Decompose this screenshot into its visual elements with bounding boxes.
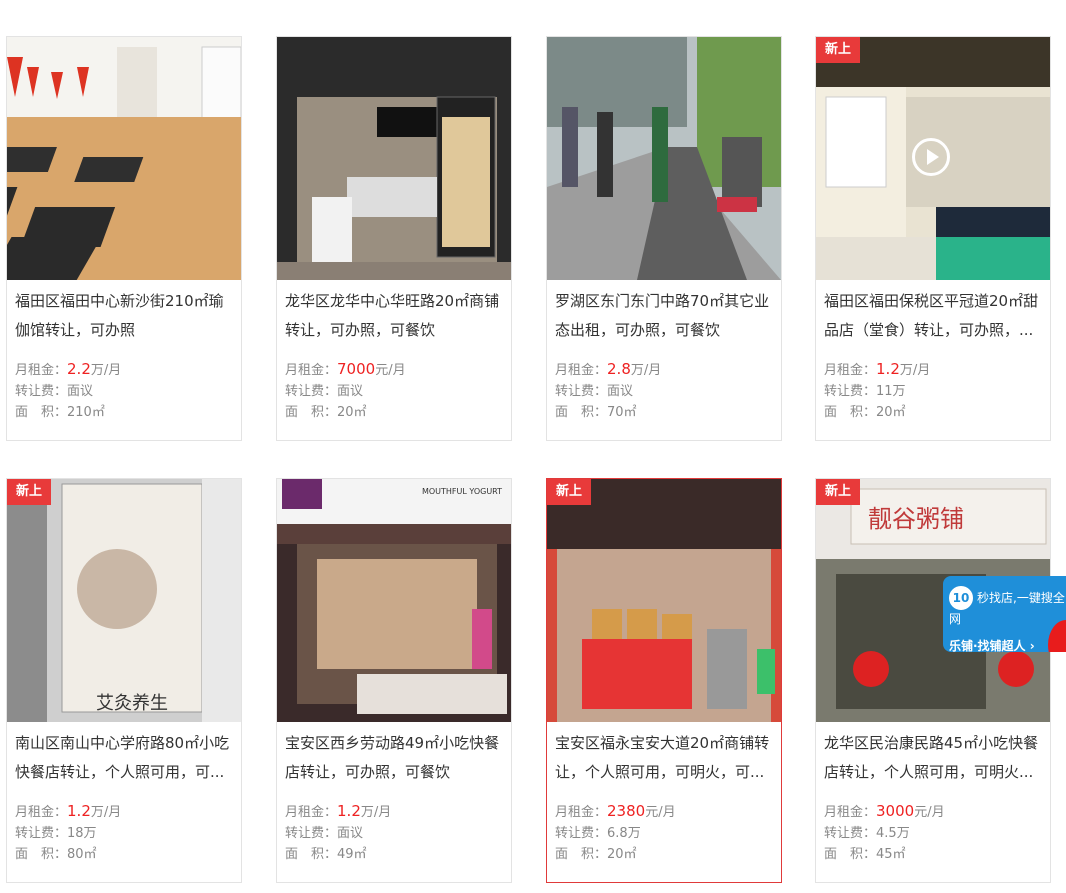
area-value: 45㎡ (876, 847, 906, 862)
listing-title[interactable]: 南山区南山中心学府路80㎡小吃快餐店转让，个人照可用，可... (15, 729, 235, 787)
rent-value: 2380 (607, 802, 646, 820)
area-value: 80㎡ (67, 847, 97, 862)
listing-photo[interactable]: 艾灸养生 新上 (7, 479, 241, 722)
rent-value: 3000 (876, 802, 915, 820)
listing-meta: 月租金：7000元/月 转让费：面议 面 积：20㎡ (285, 359, 406, 423)
rent-unit: 元/月 (375, 363, 406, 378)
floating-promo-widget[interactable]: 10 秒找店,一键搜全网 乐铺·找铺超人 › (943, 576, 1066, 652)
listing-title[interactable]: 龙华区民治康民路45㎡小吃快餐店转让，个人照可用，可明火... (824, 729, 1044, 787)
listing-photo[interactable]: MOUTHFUL YOGURT (277, 479, 511, 722)
new-badge: 新上 (816, 479, 861, 505)
listing-card[interactable]: 靓谷粥铺 新上 龙华区民治康民路45㎡小吃快餐店转让，个人照可用，可明火... … (815, 478, 1051, 883)
rent-label: 月租金： (555, 363, 608, 378)
rent-value: 1.2 (67, 802, 91, 820)
rent-value: 1.2 (337, 802, 361, 820)
rent-value: 7000 (337, 360, 376, 378)
listing-photo[interactable] (277, 37, 511, 280)
transfer-label: 转让费： (285, 384, 338, 399)
rent-value: 2.8 (607, 360, 631, 378)
transfer-label: 转让费： (15, 384, 68, 399)
listing-card[interactable]: 福田区福田中心新沙街210㎡瑜伽馆转让，可办照 月租金：2.2万/月 转让费：面… (6, 36, 242, 441)
rent-label: 月租金： (15, 363, 68, 378)
listing-meta: 月租金：1.2万/月 转让费：面议 面 积：49㎡ (285, 801, 391, 865)
listing-title[interactable]: 宝安区福永宝安大道20㎡商铺转让，个人照可用，可明火，可... (555, 729, 775, 787)
poster-text: 艾灸养生 (96, 693, 168, 714)
listing-meta: 月租金：3000元/月 转让费：4.5万 面 积：45㎡ (824, 801, 945, 865)
area-label: 面 积： (824, 847, 877, 862)
listing-meta: 月租金：2380元/月 转让费：6.8万 面 积：20㎡ (555, 801, 676, 865)
area-label: 面 积： (555, 405, 608, 420)
transfer-label: 转让费： (555, 826, 608, 841)
listing-meta: 月租金：2.8万/月 转让费：面议 面 积：70㎡ (555, 359, 661, 423)
rent-unit: 万/月 (630, 363, 662, 378)
area-value: 49㎡ (337, 847, 367, 862)
rent-label: 月租金： (285, 805, 338, 820)
listing-card[interactable]: 龙华区龙华中心华旺路20㎡商铺转让，可办照，可餐饮 月租金：7000元/月 转让… (276, 36, 512, 441)
listing-meta: 月租金：1.2万/月 转让费：18万 面 积：80㎡ (15, 801, 121, 865)
listing-grid: 福田区福田中心新沙街210㎡瑜伽馆转让，可办照 月租金：2.2万/月 转让费：面… (0, 0, 1066, 893)
listing-meta: 月租金：2.2万/月 转让费：面议 面 积：210㎡ (15, 359, 121, 423)
rent-value: 1.2 (876, 360, 900, 378)
new-badge: 新上 (7, 479, 52, 505)
area-label: 面 积： (555, 847, 608, 862)
transfer-value: 6.8万 (607, 826, 641, 841)
transfer-label: 转让费： (285, 826, 338, 841)
promo-line1-row: 10 秒找店,一键搜全网 (949, 586, 1066, 627)
transfer-label: 转让费： (824, 384, 877, 399)
transfer-value: 4.5万 (876, 826, 910, 841)
listing-card[interactable]: 艾灸养生 新上 南山区南山中心学府路80㎡小吃快餐店转让，个人照可用，可... … (6, 478, 242, 883)
listing-photo[interactable] (547, 37, 781, 280)
area-value: 20㎡ (337, 405, 367, 420)
rent-unit: 万/月 (899, 363, 931, 378)
listing-title[interactable]: 龙华区龙华中心华旺路20㎡商铺转让，可办照，可餐饮 (285, 287, 505, 345)
listing-photo[interactable]: 新上 (547, 479, 781, 722)
listing-title[interactable]: 福田区福田保税区平冠道20㎡甜品店（堂食）转让，可办照，... (824, 287, 1044, 345)
listing-card[interactable]: 新上 宝安区福永宝安大道20㎡商铺转让，个人照可用，可明火，可... 月租金：2… (546, 478, 782, 883)
area-label: 面 积： (15, 847, 68, 862)
transfer-value: 面议 (337, 826, 364, 841)
listing-title[interactable]: 福田区福田中心新沙街210㎡瑜伽馆转让，可办照 (15, 287, 235, 345)
area-value: 210㎡ (67, 405, 105, 420)
transfer-value: 18万 (67, 826, 97, 841)
new-badge: 新上 (816, 37, 861, 63)
listing-meta: 月租金：1.2万/月 转让费：11万 面 积：20㎡ (824, 359, 930, 423)
rent-label: 月租金： (555, 805, 608, 820)
listing-card[interactable]: 新上 福田区福田保税区平冠道20㎡甜品店（堂食）转让，可办照，... 月租金：1… (815, 36, 1051, 441)
rent-label: 月租金： (824, 805, 877, 820)
promo-countdown-badge: 10 (949, 586, 973, 610)
shop-sign-text: 靓谷粥铺 (868, 505, 964, 533)
rent-unit: 元/月 (914, 805, 945, 820)
transfer-value: 面议 (67, 384, 94, 399)
rent-unit: 万/月 (360, 805, 392, 820)
listing-photo[interactable] (7, 37, 241, 280)
transfer-value: 11万 (876, 384, 906, 399)
area-value: 70㎡ (607, 405, 637, 420)
listing-photo[interactable]: 新上 (816, 37, 1050, 280)
rent-unit: 万/月 (90, 805, 122, 820)
rent-label: 月租金： (15, 805, 68, 820)
rent-label: 月租金： (824, 363, 877, 378)
listing-title[interactable]: 宝安区西乡劳动路49㎡小吃快餐店转让，可办照，可餐饮 (285, 729, 505, 787)
transfer-value: 面议 (337, 384, 364, 399)
listing-card[interactable]: MOUTHFUL YOGURT 宝安区西乡劳动路49㎡小吃快餐店转让，可办照，可… (276, 478, 512, 883)
area-label: 面 积： (15, 405, 68, 420)
transfer-label: 转让费： (15, 826, 68, 841)
rent-label: 月租金： (285, 363, 338, 378)
transfer-value: 面议 (607, 384, 634, 399)
new-badge: 新上 (547, 479, 592, 505)
rent-unit: 元/月 (645, 805, 676, 820)
area-value: 20㎡ (876, 405, 906, 420)
rent-unit: 万/月 (90, 363, 122, 378)
listing-card[interactable]: 罗湖区东门东门中路70㎡其它业态出租，可办照，可餐饮 月租金：2.8万/月 转让… (546, 36, 782, 441)
listing-title[interactable]: 罗湖区东门东门中路70㎡其它业态出租，可办照，可餐饮 (555, 287, 775, 345)
area-value: 20㎡ (607, 847, 637, 862)
area-label: 面 积： (824, 405, 877, 420)
area-label: 面 积： (285, 405, 338, 420)
yogurt-brand-text: MOUTHFUL YOGURT (422, 487, 502, 496)
transfer-label: 转让费： (555, 384, 608, 399)
rent-value: 2.2 (67, 360, 91, 378)
transfer-label: 转让费： (824, 826, 877, 841)
area-label: 面 积： (285, 847, 338, 862)
video-play-icon[interactable] (912, 138, 950, 176)
